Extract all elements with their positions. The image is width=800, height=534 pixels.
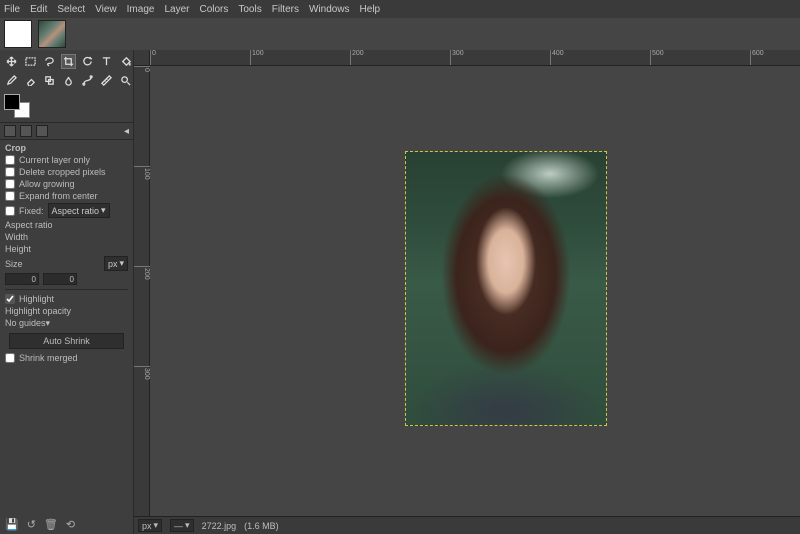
fixed-checkbox[interactable]: Fixed: [5,206,44,216]
menu-edit[interactable]: Edit [30,4,47,15]
menu-bar: File Edit Select View Image Layer Colors… [0,0,800,18]
image-tabs [0,18,800,50]
allow-growing-checkbox[interactable]: Allow growing [5,179,128,189]
delete-cropped-checkbox[interactable]: Delete cropped pixels [5,167,128,177]
panel-footer: 💾 ↺ 🗑 ⟲ [0,515,133,534]
chevron-down-icon: ▾ [154,520,159,531]
menu-file[interactable]: File [4,4,20,15]
status-filename: 2722.jpg [202,521,237,531]
panel-menu-icon[interactable]: ◂ [124,126,129,137]
clone-tool-icon[interactable] [42,73,57,88]
reset-options-icon[interactable]: ⟲ [66,518,75,531]
menu-tools[interactable]: Tools [238,4,261,15]
current-layer-only-checkbox[interactable]: Current layer only [5,155,128,165]
highlight-opacity-label: Highlight opacity [5,306,71,316]
guides-dropdown[interactable]: No guides▾ [5,318,128,329]
height-label: Height [5,244,31,254]
tool-options-tabs: ◂ [0,122,133,140]
size-label: Size [5,259,23,269]
smudge-tool-icon[interactable] [61,73,76,88]
menu-view[interactable]: View [95,4,117,15]
image-canvas[interactable] [405,151,607,426]
rotate-tool-icon[interactable] [80,54,95,69]
pencil-tool-icon[interactable] [4,73,19,88]
highlight-checkbox[interactable]: Highlight [5,294,128,304]
fg-color-swatch[interactable] [4,94,20,110]
options-tab-icon[interactable] [4,125,16,137]
measure-tool-icon[interactable] [99,73,114,88]
zoom-dropdown[interactable]: — ▾ [170,519,194,532]
tool-options-panel: Crop Current layer only Delete cropped p… [0,140,133,367]
options-tab-icon[interactable] [20,125,32,137]
delete-options-icon[interactable]: 🗑 [44,518,58,531]
menu-windows[interactable]: Windows [309,4,350,15]
lasso-tool-icon[interactable] [42,54,57,69]
position-y-input[interactable]: 0 [43,273,77,285]
status-filesize: (1.6 MB) [244,521,279,531]
crop-tool-icon[interactable] [61,54,76,69]
auto-shrink-button[interactable]: Auto Shrink [9,333,124,349]
text-tool-icon[interactable] [99,54,114,69]
ruler-horizontal[interactable]: 0 100 200 300 400 500 600 [134,50,800,66]
shrink-merged-checkbox[interactable]: Shrink merged [5,353,128,363]
bucket-tool-icon[interactable] [118,54,133,69]
position-x-input[interactable]: 0 [5,273,39,285]
width-label: Width [5,232,28,242]
fg-bg-swatch[interactable] [0,90,133,122]
aspect-ratio-label: Aspect ratio [5,220,53,230]
eraser-tool-icon[interactable] [23,73,38,88]
expand-from-center-checkbox[interactable]: Expand from center [5,191,128,201]
toolbox [0,50,133,90]
rect-select-tool-icon[interactable] [23,54,38,69]
status-bar: px ▾ — ▾ 2722.jpg (1.6 MB) [134,516,800,534]
chevron-down-icon: ▾ [46,318,51,328]
chevron-down-icon: ▾ [119,258,124,269]
unit-dropdown[interactable]: px ▾ [138,519,162,532]
canvas-viewport[interactable] [150,66,800,516]
size-unit-dropdown[interactable]: px▾ [104,256,128,271]
ruler-vertical[interactable]: 0 100 200 300 [134,66,150,516]
restore-options-icon[interactable]: ↺ [27,518,36,531]
zoom-tool-icon[interactable] [118,73,133,88]
menu-colors[interactable]: Colors [199,4,228,15]
tool-options-title: Crop [5,143,128,153]
move-tool-icon[interactable] [4,54,19,69]
fixed-mode-dropdown[interactable]: Aspect ratio▾ [48,203,110,218]
paths-tool-icon[interactable] [80,73,95,88]
chevron-down-icon: ▾ [185,520,190,531]
menu-filters[interactable]: Filters [272,4,299,15]
menu-select[interactable]: Select [57,4,85,15]
menu-image[interactable]: Image [127,4,155,15]
left-panel: ◂ Crop Current layer only Delete cropped… [0,50,134,534]
image-tab-blank[interactable] [4,20,32,48]
options-tab-icon[interactable] [36,125,48,137]
image-tab-photo[interactable] [38,20,66,48]
menu-layer[interactable]: Layer [164,4,189,15]
chevron-down-icon: ▾ [101,205,106,216]
menu-help[interactable]: Help [360,4,381,15]
canvas-area: 0 100 200 300 400 500 600 0 100 200 300 [134,50,800,534]
save-options-icon[interactable]: 💾 [5,518,19,531]
